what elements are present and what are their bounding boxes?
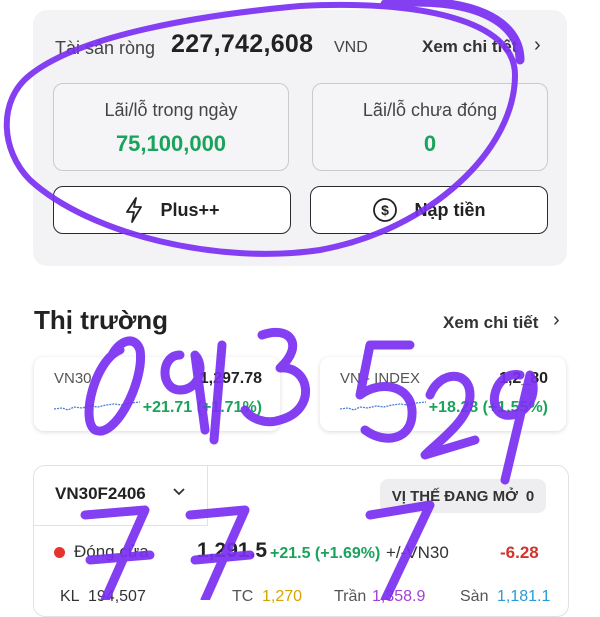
futures-symbol[interactable]: VN30F2406: [55, 484, 146, 504]
basis-label: +/-VN30: [386, 543, 449, 562]
index-name: VN - INDEX: [340, 370, 421, 387]
svg-text:$: $: [382, 202, 390, 218]
chevron-right-icon[interactable]: ›: [534, 34, 541, 57]
volume-label: KL: [60, 588, 80, 605]
unrealized-pl-value: 0: [423, 131, 437, 156]
net-asset-label: Tài sản ròng: [55, 38, 156, 58]
index-change: +18.28 (+1.55%): [428, 399, 548, 416]
close-label: Đóng cửa: [74, 542, 149, 561]
unrealized-pl-label: Lãi/lỗ chưa đóng: [362, 100, 498, 120]
open-position-label: VỊ THẾ ĐANG MỞ: [391, 487, 518, 505]
open-position-badge[interactable]: VỊ THẾ ĐANG MỞ 0: [380, 479, 546, 513]
lightning-icon: [124, 197, 144, 223]
plus-button[interactable]: Plus++: [53, 186, 291, 234]
account-detail-link[interactable]: Xem chi tiết: [422, 37, 517, 57]
net-asset-value: 227,742,608: [171, 30, 314, 58]
index-change: +21.71 (+1.71%): [142, 399, 262, 416]
plus-button-label: Plus++: [160, 199, 220, 220]
close-status-dot: [54, 547, 65, 558]
index-name: VN30: [54, 370, 92, 387]
reference-label: TC: [232, 588, 254, 605]
floor-value: 1,181.1: [497, 588, 551, 605]
close-value: 1,291.5: [197, 539, 268, 562]
volume-value: 194,507: [88, 588, 146, 605]
index-card-vn30[interactable]: VN30 1,297.78 +21.71 (+1.71%): [34, 357, 280, 431]
day-pl-label: Lãi/lỗ trong ngày: [104, 100, 238, 120]
deposit-button-label: Nạp tiền: [414, 199, 486, 220]
reference-value: 1,270: [262, 588, 303, 605]
unrealized-pl-box: Lãi/lỗ chưa đóng 0: [312, 83, 548, 171]
net-asset-currency: VND: [334, 39, 368, 56]
index-value: 1,297.78: [199, 370, 262, 387]
ceiling-label: Trần: [334, 588, 367, 605]
deposit-button[interactable]: $ Nạp tiền: [310, 186, 548, 234]
chevron-right-icon[interactable]: ›: [553, 309, 560, 332]
basis-value: -6.28: [500, 543, 539, 562]
floor-label: Sàn: [460, 588, 489, 605]
market-section-title: Thị trường: [34, 305, 169, 335]
index-sparkline: [340, 401, 427, 411]
open-position-count: 0: [525, 487, 535, 505]
index-card-vnindex[interactable]: VN - INDEX 1,2_80 +18.28 (+1.55%): [320, 357, 566, 431]
dollar-coin-icon: $: [372, 197, 398, 223]
chevron-down-icon[interactable]: [171, 484, 187, 505]
day-pl-box: Lãi/lỗ trong ngày 75,100,000: [53, 83, 289, 171]
day-pl-value: 75,100,000: [115, 131, 227, 156]
ceiling-value: 1,358.9: [372, 588, 426, 605]
close-change: +21.5 (+1.69%): [270, 545, 381, 562]
index-value: 1,2_80: [499, 370, 548, 387]
index-sparkline: [54, 401, 141, 411]
market-detail-link[interactable]: Xem chi tiết: [443, 313, 538, 333]
